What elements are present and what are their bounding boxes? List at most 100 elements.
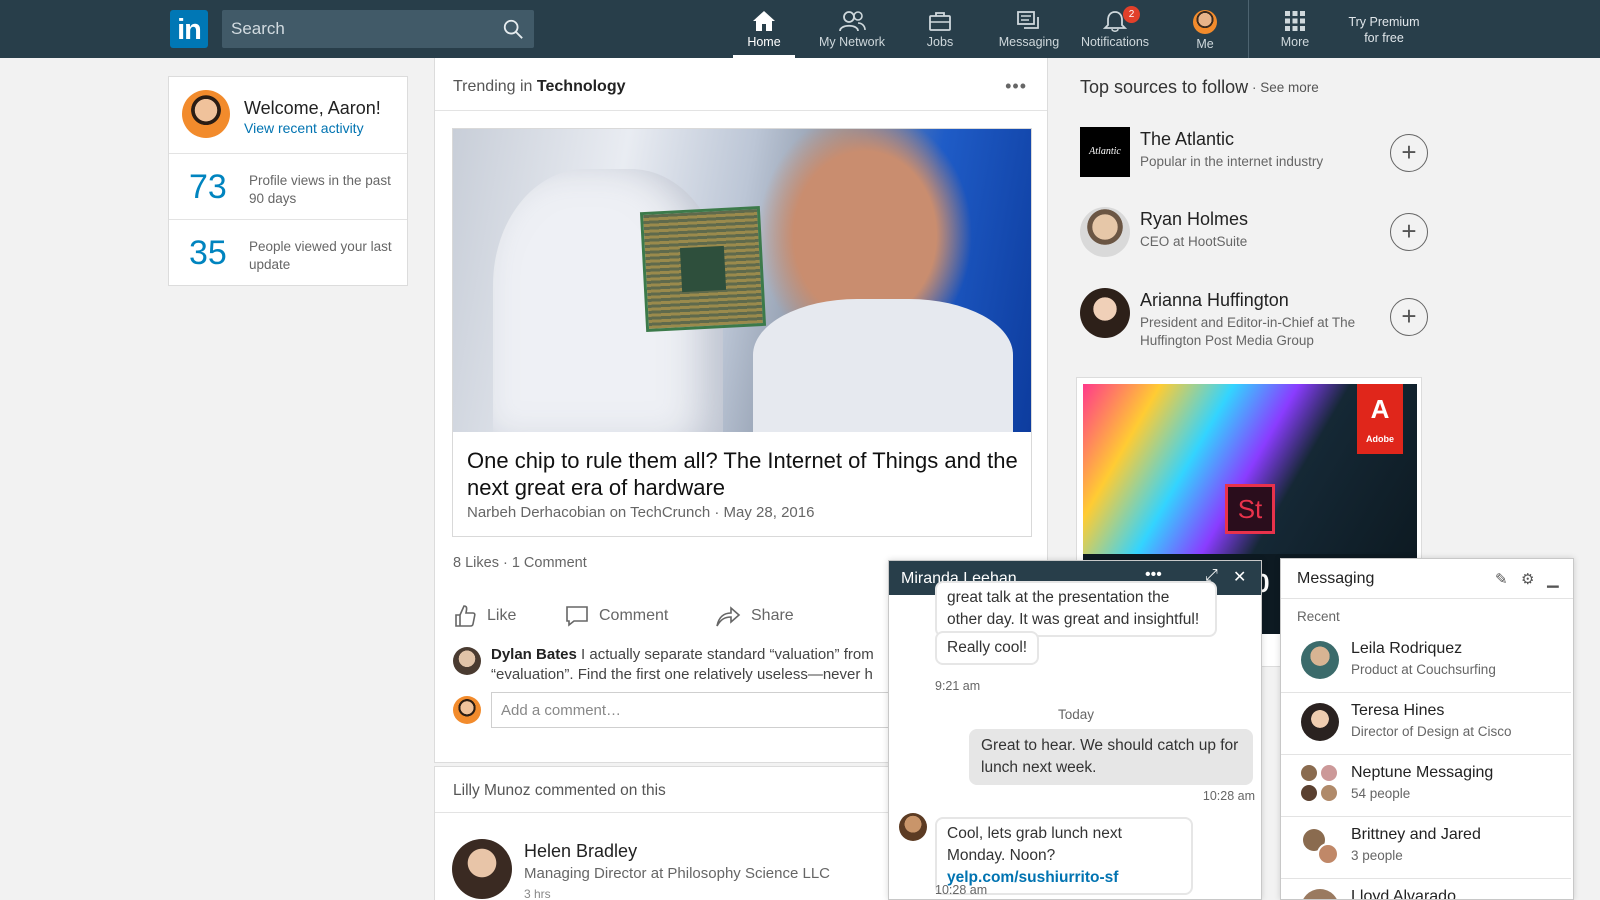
- avatar: [1193, 10, 1217, 34]
- minimize-icon[interactable]: ▁: [1547, 570, 1559, 588]
- conversation-list-item[interactable]: Teresa Hines Director of Design at Cisco: [1281, 693, 1571, 755]
- nav-home-label: Home: [747, 35, 781, 49]
- group-avatar: [1301, 827, 1339, 865]
- share-button[interactable]: Share: [715, 596, 794, 636]
- social-counts[interactable]: 8 Likes · 1 Comment: [453, 555, 587, 571]
- close-icon[interactable]: ✕: [1233, 567, 1246, 587]
- conversation-name: Leila Rodriquez: [1351, 640, 1463, 657]
- share-label: Share: [751, 607, 794, 624]
- comment-label: Comment: [599, 607, 669, 624]
- messaging-icon: [1017, 11, 1039, 29]
- surgical-mask: [753, 299, 1013, 432]
- comment-body-line2: “evaluation”. Find the first one relativ…: [491, 666, 873, 683]
- stock-logo: St: [1225, 484, 1275, 534]
- nav-notifications[interactable]: 2 Notifications: [1075, 0, 1155, 58]
- search-icon[interactable]: [502, 18, 524, 40]
- conversation-name: Lloyd Alvarado: [1351, 888, 1456, 900]
- nav-more[interactable]: More: [1270, 0, 1320, 58]
- avatar[interactable]: [452, 839, 512, 899]
- nav-jobs[interactable]: Jobs: [910, 0, 970, 58]
- source-name[interactable]: Arianna Huffington: [1140, 290, 1289, 311]
- linkedin-logo[interactable]: in: [170, 10, 208, 48]
- trending-topic[interactable]: Technology: [537, 78, 626, 95]
- author-name[interactable]: Helen Bradley: [524, 841, 637, 862]
- conversation-subtitle: 3 people: [1351, 848, 1403, 863]
- profile-card-header: Welcome, Aaron! View recent activity: [169, 77, 407, 154]
- avatar[interactable]: [1080, 288, 1130, 338]
- source-item: Atlantic The Atlantic Popular in the int…: [1080, 127, 1430, 187]
- grid-icon: [1285, 11, 1305, 31]
- comment-text: Dylan Bates I actually separate standard…: [491, 645, 911, 685]
- follow-plus-icon[interactable]: +: [1390, 213, 1428, 251]
- atlantic-logo[interactable]: Atlantic: [1080, 127, 1130, 177]
- message-bubble: Really cool!: [935, 631, 1040, 665]
- view-recent-activity-link[interactable]: View recent activity: [244, 120, 364, 136]
- compose-icon[interactable]: ✎: [1495, 570, 1508, 588]
- like-button[interactable]: Like: [453, 596, 516, 636]
- article-image[interactable]: [453, 129, 1031, 432]
- avatar: [899, 813, 927, 841]
- avatar: [1301, 703, 1339, 741]
- trending-title: Trending in Technology: [453, 78, 626, 96]
- comment-icon: [566, 606, 588, 627]
- gear-icon[interactable]: ⚙: [1521, 570, 1534, 588]
- source-name[interactable]: The Atlantic: [1140, 129, 1234, 150]
- add-comment-input[interactable]: [491, 692, 891, 728]
- avatar[interactable]: [453, 647, 481, 675]
- premium-line1: Try Premium: [1348, 15, 1420, 29]
- comment-button[interactable]: Comment: [565, 596, 668, 636]
- nav-my-network[interactable]: My Network: [812, 0, 892, 58]
- nav-me[interactable]: Me: [1180, 0, 1230, 58]
- avatar: [1301, 641, 1339, 679]
- search-box[interactable]: [222, 10, 534, 48]
- nav-messaging[interactable]: Messaging: [994, 0, 1064, 58]
- search-input[interactable]: [222, 10, 492, 48]
- profile-views-stat[interactable]: 73 Profile views in the past 90 days: [169, 154, 407, 220]
- welcome-title: Welcome, Aaron!: [244, 98, 381, 118]
- day-separator: Today: [1057, 707, 1095, 722]
- nav-messaging-label: Messaging: [998, 35, 1060, 49]
- recent-label: Recent: [1297, 609, 1340, 624]
- conversation-body: great talk at the presentation the other…: [889, 581, 1261, 899]
- conversation-subtitle: Product at Couchsurfing: [1351, 662, 1496, 677]
- follow-plus-icon[interactable]: +: [1390, 298, 1428, 336]
- stat-value: 73: [189, 168, 227, 206]
- top-sources-title: Top sources to follow: [1080, 77, 1249, 97]
- conversation-name: Brittney and Jared: [1351, 826, 1481, 843]
- conversation-name: Teresa Hines: [1351, 702, 1445, 719]
- avatar[interactable]: [182, 90, 230, 138]
- conversation-list-item[interactable]: Lloyd Alvarado: [1281, 879, 1571, 900]
- conversation-list-item[interactable]: Leila Rodriquez Product at Couchsurfing: [1281, 631, 1571, 693]
- author-title: Managing Director at Philosophy Science …: [524, 865, 830, 882]
- message-text: Cool, lets grab lunch next Monday. Noon?: [947, 825, 1122, 864]
- more-options-icon[interactable]: •••: [1005, 76, 1027, 97]
- source-name[interactable]: Ryan Holmes: [1140, 209, 1248, 230]
- briefcase-icon: [929, 12, 951, 31]
- try-premium-link[interactable]: Try Premium for free: [1336, 14, 1432, 46]
- like-label: Like: [487, 607, 517, 624]
- conversation-list-item[interactable]: Brittney and Jared 3 people: [1281, 817, 1571, 879]
- source-description: President and Editor-in-Chief at The Huf…: [1140, 315, 1356, 348]
- nav-my-network-label: My Network: [819, 35, 885, 49]
- source-item: Arianna Huffington President and Editor-…: [1080, 288, 1430, 358]
- avatar[interactable]: [1080, 207, 1130, 257]
- article-title[interactable]: One chip to rule them all? The Internet …: [467, 447, 1027, 501]
- conversation-subtitle: 54 people: [1351, 786, 1411, 801]
- article-preview[interactable]: One chip to rule them all? The Internet …: [452, 128, 1032, 537]
- messaging-header[interactable]: Messaging ✎ ⚙ ▁: [1281, 559, 1573, 599]
- conversation-list-item[interactable]: Neptune Messaging 54 people: [1281, 755, 1571, 817]
- source-item: Ryan Holmes CEO at HootSuite +: [1080, 207, 1430, 267]
- nav-home[interactable]: Home: [733, 0, 795, 58]
- comment-item: Dylan Bates I actually separate standard…: [453, 645, 883, 685]
- post-time: 3 hrs: [524, 887, 551, 900]
- follow-plus-icon[interactable]: +: [1390, 134, 1428, 172]
- nav-divider: [1248, 0, 1249, 58]
- network-icon: [839, 11, 866, 32]
- comment-author[interactable]: Dylan Bates: [491, 646, 577, 663]
- see-more-link[interactable]: · See more: [1252, 80, 1319, 95]
- update-views-stat[interactable]: 35 People viewed your last update: [169, 220, 407, 286]
- stat-label: People viewed your last update: [249, 239, 392, 272]
- conversation-name: Neptune Messaging: [1351, 764, 1494, 781]
- nav-more-label: More: [1280, 35, 1310, 49]
- nav-notifications-label: Notifications: [1080, 35, 1150, 49]
